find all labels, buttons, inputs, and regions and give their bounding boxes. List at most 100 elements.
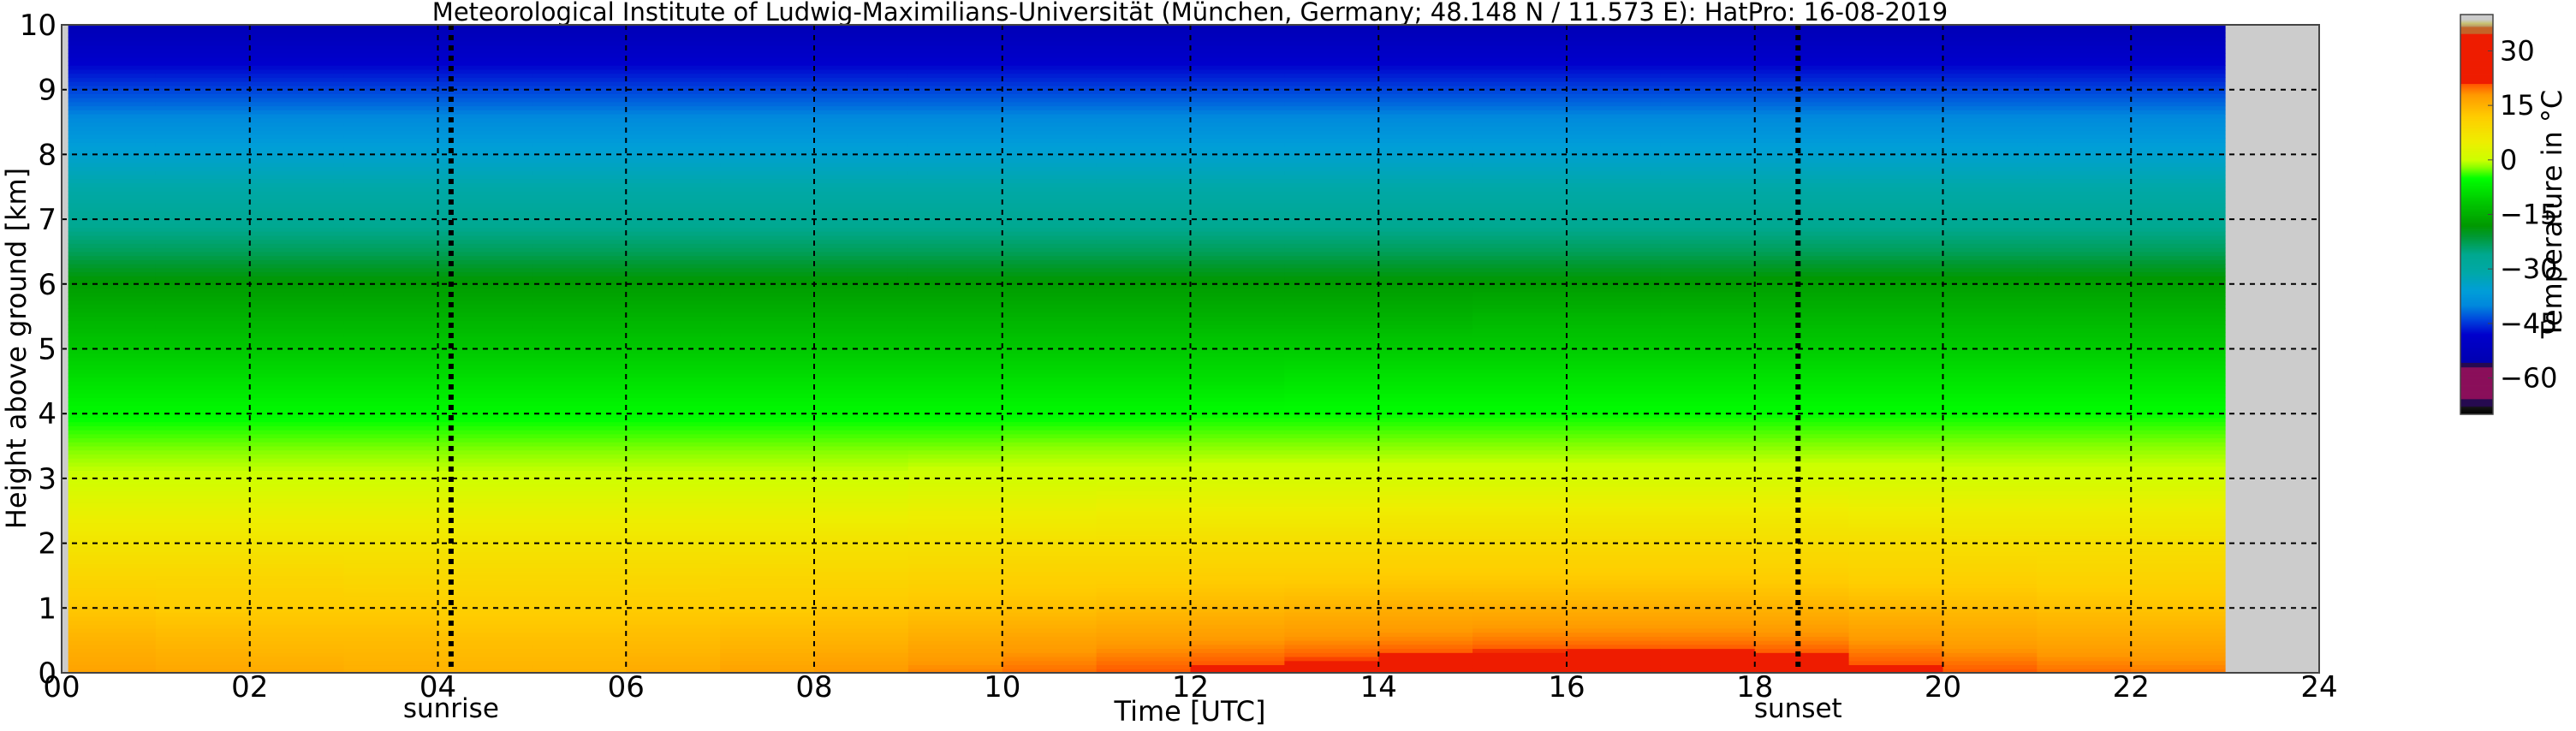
heatmap-cell: [1942, 45, 2038, 50]
y-tick-label: 8: [38, 138, 57, 172]
heatmap-cell: [1378, 510, 1473, 515]
heatmap-cell: [1567, 624, 1662, 629]
heatmap-cell: [343, 37, 438, 42]
heatmap-cell: [532, 264, 627, 269]
heatmap-cell: [249, 454, 345, 459]
heatmap-cell: [1378, 535, 1473, 540]
heatmap-cell: [1848, 583, 1943, 589]
heatmap-cell: [1567, 615, 1662, 621]
heatmap-cell: [1660, 437, 1756, 443]
heatmap-cell: [720, 526, 815, 532]
heatmap-cell: [1848, 596, 1943, 601]
heatmap-cell: [1002, 437, 1098, 443]
heatmap-cell: [532, 535, 627, 540]
heatmap-cell: [1942, 324, 2038, 330]
heatmap-cell: [1472, 56, 1568, 62]
heatmap-cell: [2131, 510, 2226, 515]
heatmap-cell: [343, 332, 438, 337]
heatmap-cell: [814, 401, 909, 407]
heatmap-cell: [68, 56, 157, 62]
heatmap-cell: [1002, 657, 1098, 662]
heatmap-cell: [1660, 657, 1756, 662]
heatmap-cell: [907, 615, 1003, 621]
heatmap-cell: [532, 458, 627, 463]
heatmap-cell: [68, 490, 157, 496]
heatmap-cell: [1754, 636, 1850, 641]
heatmap-cell: [249, 353, 345, 358]
heatmap-cell: [1284, 158, 1379, 163]
heatmap-cell: [1002, 442, 1098, 447]
heatmap-cell: [1754, 56, 1850, 62]
heatmap-cell: [68, 356, 157, 362]
heatmap-cell: [1284, 660, 1379, 666]
heatmap-cell: [2131, 644, 2226, 650]
heatmap-cell: [1002, 206, 1098, 212]
heatmap-cell: [1942, 320, 2038, 325]
heatmap-cell: [1848, 211, 1943, 216]
heatmap-cell: [1284, 563, 1379, 568]
heatmap-cell: [626, 49, 721, 54]
heatmap-cell: [155, 206, 251, 212]
heatmap-cell: [1002, 126, 1098, 131]
heatmap-cell: [68, 259, 157, 264]
heatmap-cell: [720, 194, 815, 199]
heatmap-cell: [343, 308, 438, 313]
heatmap-cell: [1942, 425, 2038, 431]
heatmap-cell: [155, 620, 251, 625]
heatmap-cell: [1190, 235, 1285, 241]
heatmap-cell: [155, 89, 251, 94]
heatmap-cell: [1660, 105, 1756, 110]
heatmap-cell: [1567, 421, 1662, 426]
heatmap-cell: [68, 126, 157, 131]
heatmap-cell: [343, 158, 438, 163]
heatmap-cell: [2037, 73, 2132, 79]
heatmap-cell: [343, 555, 438, 561]
heatmap-cell: [343, 365, 438, 370]
heatmap-cell: [1754, 49, 1850, 54]
heatmap-cell: [2037, 446, 2132, 451]
heatmap-cell: [1660, 502, 1756, 508]
heatmap-cell: [907, 206, 1003, 212]
heatmap-cell: [1190, 199, 1285, 204]
heatmap-cell: [720, 644, 815, 650]
heatmap-cell: [814, 353, 909, 358]
heatmap-cell: [1378, 28, 1473, 33]
heatmap-cell: [1567, 502, 1662, 508]
heatmap-cell: [68, 65, 157, 70]
heatmap-cell: [1848, 134, 1943, 139]
heatmap-cell: [2131, 555, 2226, 561]
heatmap-cell: [343, 190, 438, 196]
heatmap-cell: [907, 385, 1003, 390]
heatmap-cell: [343, 486, 438, 491]
heatmap-cell: [1378, 498, 1473, 503]
heatmap-cell: [720, 417, 815, 423]
heatmap-cell: [1942, 235, 2038, 241]
heatmap-cell: [343, 114, 438, 119]
heatmap-cell: [1472, 486, 1568, 491]
heatmap-cell: [1660, 162, 1756, 168]
heatmap-cell: [1848, 40, 1943, 46]
heatmap-cell: [532, 449, 627, 455]
heatmap-cell: [1472, 636, 1568, 641]
heatmap-cell: [814, 575, 909, 580]
heatmap-cell: [907, 587, 1003, 592]
heatmap-cell: [1002, 624, 1098, 629]
heatmap-cell: [1660, 498, 1756, 503]
heatmap-cell: [249, 101, 345, 107]
heatmap-cell: [532, 312, 627, 318]
heatmap-cell: [1848, 490, 1943, 496]
heatmap-cell: [1848, 381, 1943, 386]
heatmap-cell: [1660, 470, 1756, 475]
heatmap-cell: [1190, 187, 1285, 192]
heatmap-cell: [68, 510, 157, 515]
x-tick-label: 06: [608, 670, 645, 704]
heatmap-cell: [2037, 466, 2132, 471]
heatmap-cell: [1567, 56, 1662, 62]
heatmap-cell: [1472, 324, 1568, 330]
heatmap-cell: [720, 393, 815, 398]
heatmap-cell: [814, 117, 909, 123]
heatmap-cell: [1284, 98, 1379, 103]
heatmap-cell: [249, 37, 345, 42]
heatmap-cell: [1942, 178, 2038, 184]
heatmap-cell: [532, 393, 627, 398]
